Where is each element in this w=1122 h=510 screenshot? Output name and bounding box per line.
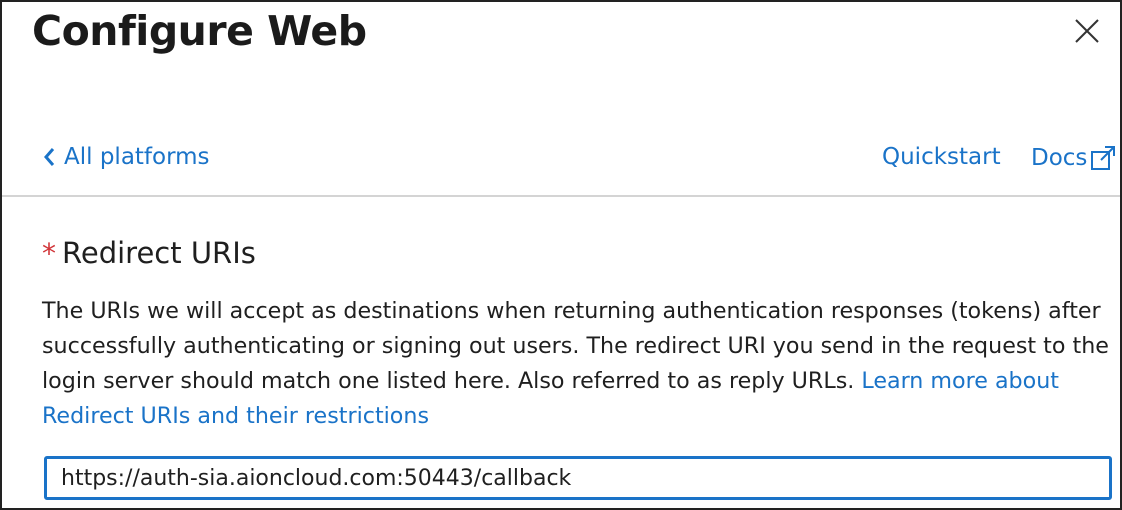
- close-icon: [1075, 19, 1099, 43]
- all-platforms-link[interactable]: All platforms: [42, 144, 210, 170]
- all-platforms-label: All platforms: [64, 144, 210, 170]
- divider: [2, 195, 1120, 197]
- panel-title: Configure Web: [32, 7, 367, 55]
- chevron-left-icon: [44, 148, 55, 166]
- nav-row: All platforms Quickstart Docs: [2, 142, 1120, 182]
- redirect-uris-title: Redirect URIs: [62, 236, 256, 270]
- close-button[interactable]: [1072, 16, 1102, 46]
- quickstart-link[interactable]: Quickstart: [882, 144, 1001, 170]
- external-link-icon: [1091, 146, 1116, 170]
- required-marker: *: [42, 236, 56, 270]
- docs-link[interactable]: Docs: [1031, 144, 1117, 172]
- redirect-uri-input[interactable]: [44, 456, 1112, 500]
- redirect-uris-heading: * Redirect URIs: [42, 236, 256, 270]
- redirect-uris-description: The URIs we will accept as destinations …: [42, 294, 1117, 434]
- docs-label: Docs: [1031, 145, 1088, 171]
- configure-web-panel: Configure Web All platforms Quickstart D…: [0, 0, 1122, 510]
